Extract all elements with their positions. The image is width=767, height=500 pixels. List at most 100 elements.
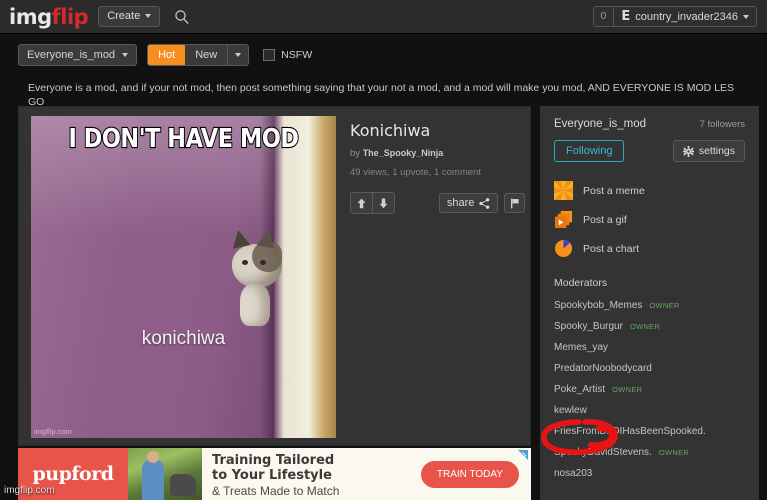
sidebar-stream-title[interactable]: Everyone_is_mod (554, 118, 646, 130)
filter-bar: Everyone_is_mod Hot New NSFW (18, 44, 312, 66)
moderator-name[interactable]: Memes_yay (554, 342, 608, 353)
site-header: imgflip Create 0 E country_invader2346 (0, 0, 767, 34)
post-author-line: by The_Spooky_Ninja (350, 148, 525, 159)
post-a-gif-label: Post a gif (583, 213, 627, 226)
sort-more-button[interactable] (227, 45, 249, 65)
ad-headline-line1: Training Tailored (212, 453, 335, 468)
moderator-row[interactable]: FriesFromBFDIHasBeenSpooked. (540, 421, 759, 442)
advertisement-banner[interactable]: pupford Training Tailored to Your Lifest… (18, 448, 531, 500)
owner-badge: OWNER (612, 385, 643, 394)
owner-badge: OWNER (658, 448, 690, 457)
moderator-row[interactable]: nosa203 (540, 463, 759, 484)
vote-group (350, 192, 395, 214)
post-a-meme-label: Post a meme (583, 184, 645, 197)
ad-photo-person-head (147, 451, 159, 463)
cat-ear-right (256, 228, 278, 249)
chevron-down-icon (743, 14, 749, 19)
moderator-row[interactable]: SpookyDavidStevens. OWNER (540, 442, 759, 463)
chevron-down-icon (122, 53, 129, 57)
flag-button[interactable] (504, 193, 525, 213)
user-avatar-icon: E (621, 9, 631, 24)
moderator-name[interactable]: PredatorNoobodycard (554, 363, 652, 374)
settings-button-label: settings (698, 145, 735, 157)
nsfw-label: NSFW (281, 49, 313, 61)
moderator-row[interactable]: Memes_yay (540, 337, 759, 358)
downvote-button[interactable] (372, 193, 394, 213)
owner-badge: OWNER (649, 301, 680, 310)
moderator-name[interactable]: FriesFromBFDIHasBeenSpooked. (554, 426, 706, 437)
share-button[interactable]: share (438, 193, 499, 213)
cat-illustration (229, 228, 284, 326)
settings-button[interactable]: settings (672, 140, 745, 162)
ad-subline: & Treats Made to Match (212, 484, 340, 498)
nsfw-toggle[interactable]: NSFW (263, 49, 312, 61)
stream-selector-label: Everyone_is_mod (27, 49, 116, 61)
moderator-name[interactable]: kewlew (554, 405, 587, 416)
moderators-heading: Moderators (554, 277, 608, 289)
meme-watermark: imgflip.com (34, 427, 72, 436)
post-a-chart-link[interactable]: Post a chart (540, 234, 759, 263)
sidebar-header: Everyone_is_mod 7 followers (540, 106, 759, 130)
post-a-chart-label: Post a chart (583, 242, 640, 255)
imgflip-stream-page: imgflip Create 0 E country_invader2346 E… (0, 0, 767, 500)
chevron-down-icon (235, 53, 242, 57)
sort-hot-button[interactable]: Hot (148, 45, 186, 65)
following-button[interactable]: Following (554, 140, 625, 162)
meme-image[interactable]: I DON'T HAVE MOD konichiwa imgflip.com (31, 116, 336, 438)
moderator-name[interactable]: nosa203 (554, 468, 592, 479)
moderator-name[interactable]: SpookyDavidStevens. (554, 447, 652, 458)
share-nodes-icon (479, 197, 490, 209)
share-button-label: share (446, 197, 475, 209)
user-account-button[interactable]: E country_invader2346 (614, 7, 756, 26)
gear-icon (682, 145, 694, 157)
post-author-name[interactable]: The_Spooky_Ninja (363, 148, 444, 158)
create-button-label: Create (107, 10, 141, 22)
ad-photo-dog (170, 474, 196, 496)
moderator-name[interactable]: Spooky_Burgur (554, 321, 623, 332)
moderator-row[interactable]: Poke_Artist OWNER (540, 379, 759, 400)
moderator-row[interactable]: Spooky_Burgur OWNER (540, 316, 759, 337)
imgflip-logo[interactable]: imgflip (9, 4, 89, 29)
stream-selector[interactable]: Everyone_is_mod (18, 44, 138, 66)
post-actions: share (350, 192, 525, 214)
ad-cta-container: TRAIN TODAY (420, 448, 531, 500)
logo-text-flip: flip (51, 4, 89, 29)
cat-eye-right (260, 260, 266, 265)
post-links-list: Post a meme Post a gif Post a chart (540, 176, 759, 263)
username-label: country_invader2346 (635, 10, 738, 23)
moderator-name[interactable]: Poke_Artist (554, 384, 605, 395)
post-details: Konichiwa by The_Spooky_Ninja 49 views, … (350, 121, 525, 445)
stream-description: Everyone is a mod, and if your not mod, … (28, 82, 734, 108)
page-watermark: imgflip.com (4, 485, 55, 496)
starburst-meme-icon (554, 181, 573, 200)
moderator-row[interactable]: Spookybob_Memes OWNER (540, 295, 759, 316)
create-button[interactable]: Create (98, 6, 161, 27)
post-title[interactable]: Konichiwa (350, 121, 525, 140)
gif-stack-icon (554, 210, 573, 229)
post-a-gif-link[interactable]: Post a gif (540, 205, 759, 234)
meme-top-caption: I DON'T HAVE MOD (68, 123, 300, 155)
user-menu[interactable]: 0 E country_invader2346 (592, 6, 757, 27)
post-a-meme-link[interactable]: Post a meme (540, 176, 759, 205)
logo-text-img: img (9, 4, 52, 29)
owner-badge: OWNER (629, 322, 661, 331)
ad-cta-button[interactable]: TRAIN TODAY (420, 460, 519, 488)
notification-count[interactable]: 0 (594, 7, 615, 26)
moderator-name[interactable]: Spookybob_Memes (554, 300, 642, 311)
sort-toggle-group: Hot New (147, 44, 250, 66)
nsfw-checkbox[interactable] (263, 49, 276, 61)
pie-chart-icon (554, 239, 573, 258)
moderator-row[interactable]: PredatorNoobodycard (540, 358, 759, 379)
flag-icon (510, 198, 519, 208)
stream-sidebar: Everyone_is_mod 7 followers Following se… (540, 106, 759, 500)
ad-headline-line2: to Your Lifestyle (212, 468, 332, 483)
ad-choices-icon[interactable] (518, 450, 528, 460)
sort-new-button[interactable]: New (185, 45, 228, 65)
search-icon[interactable] (174, 9, 190, 25)
upvote-button[interactable] (351, 193, 373, 213)
ad-copy: Training Tailored to Your Lifestyle & Tr… (202, 448, 421, 500)
moderator-row[interactable]: kewlew (540, 400, 759, 421)
cat-body (240, 284, 270, 326)
ad-photo (128, 448, 202, 500)
chevron-down-icon (145, 14, 152, 18)
